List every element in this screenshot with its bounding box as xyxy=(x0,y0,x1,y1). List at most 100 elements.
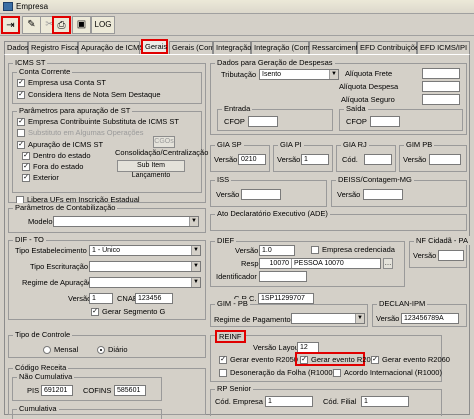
codigo-receita-title: Código Receita xyxy=(13,363,69,372)
gia-sp-versao-label: Versão xyxy=(214,155,238,164)
sub-item-lancamento-button[interactable]: Sub Item Lançamento xyxy=(117,160,185,179)
gim-pb-versao-label: Versão xyxy=(403,155,427,164)
tab-apuracao-icms[interactable]: Apuração de ICMS xyxy=(78,41,144,54)
saida-cfop-input[interactable] xyxy=(370,116,400,127)
empresa-credenciada-checkbox[interactable] xyxy=(311,246,319,254)
r2055-highlight: ✓ Gerar evento R2055 xyxy=(295,352,379,366)
tipo-estab-select[interactable]: 1 - Único ▼ xyxy=(89,245,201,256)
dif-versao-input[interactable]: 1 xyxy=(89,293,113,304)
gia-rj-cod-label: Cód. xyxy=(342,155,358,164)
substituto-algumas-label: Substituto em Algumas Operações xyxy=(28,128,144,137)
cumulativa-group: Cumulativa xyxy=(12,404,162,419)
nao-cumulativa-group: Não Cumulativa PIS 691201 COFINS 585601 xyxy=(12,372,162,401)
gia-sp-versao-input[interactable]: 0210 xyxy=(238,154,266,165)
tributacao-select[interactable]: Isento ▼ xyxy=(259,69,339,80)
cgos-button[interactable]: CGOs xyxy=(153,136,175,148)
iss-title: ISS xyxy=(215,175,232,184)
gia-sp-group: GIA SP Versão 0210 xyxy=(210,140,270,172)
cod-filial-input[interactable]: 1 xyxy=(361,396,409,407)
nf-cidada-group: NF Cidadã - PA Versão xyxy=(409,236,470,268)
aliq-despesa-label: Alíquota Despesa xyxy=(339,82,399,91)
dif-to-group: DIF - TO Tipo Estabelecimento 1 - Único ▼… xyxy=(8,235,206,320)
iss-versao-input[interactable] xyxy=(241,189,281,200)
exit-icon[interactable]: ⇥ xyxy=(1,16,20,34)
edit-icon[interactable]: ✎ xyxy=(22,16,41,34)
usa-conta-st-label: Empresa usa Conta ST xyxy=(28,78,106,87)
tab-dados[interactable]: Dados xyxy=(4,41,29,54)
r2050-checkbox[interactable]: ✓ xyxy=(219,356,227,364)
consolidacao-label: Consolidação/Centralização xyxy=(115,148,209,157)
fora-estado-checkbox[interactable]: ✓ xyxy=(22,163,30,171)
icms-st-title: ICMS ST xyxy=(13,58,48,67)
identificador-input[interactable] xyxy=(259,271,307,282)
cofins-input[interactable]: 585601 xyxy=(114,385,146,396)
dentro-estado-checkbox[interactable]: ✓ xyxy=(22,152,30,160)
usa-conta-st-checkbox[interactable]: ✓ xyxy=(17,79,25,87)
r2060-checkbox[interactable]: ✓ xyxy=(371,356,379,364)
tab-integracao-com[interactable]: Integração (Com.) xyxy=(251,41,314,54)
tab-registro-fiscal[interactable]: Registro Fiscal xyxy=(28,41,81,54)
title-bar: Empresa xyxy=(0,0,474,14)
tab-integracao[interactable]: Integração xyxy=(213,41,251,54)
cod-filial-label: Cód. Filial xyxy=(323,397,357,406)
exterior-checkbox[interactable]: ✓ xyxy=(22,174,30,182)
diario-label: Diário xyxy=(108,345,128,354)
cnae-input[interactable]: 123456 xyxy=(135,293,173,304)
tab-efd-icms-ipi[interactable]: EFD ICMS/IPI xyxy=(417,41,470,54)
dif-versao-label: Versão xyxy=(68,294,92,303)
gia-rj-cod-input[interactable] xyxy=(364,154,392,165)
declan-group: DECLAN-IPM Versão 123456789A xyxy=(372,299,467,327)
contribuinte-st-checkbox[interactable]: ✓ xyxy=(17,118,25,126)
toolbar: ⇥ ✎ ✂ ⎙ ▣ LOG xyxy=(0,14,474,36)
mensal-radio[interactable] xyxy=(43,346,51,354)
fora-estado-label: Fora do estado xyxy=(33,162,84,171)
nao-cumulativa-title: Não Cumulativa xyxy=(17,372,75,381)
tipo-escrit-select[interactable]: ▼ xyxy=(89,261,201,272)
deiss-versao-input[interactable] xyxy=(363,189,403,200)
gim-pb-versao-input[interactable] xyxy=(429,154,461,165)
gia-pi-versao-input[interactable]: 1 xyxy=(301,154,329,165)
tab-gerais-cont[interactable]: Gerais (Cont.) xyxy=(169,41,219,54)
modelo-label: Modelo xyxy=(28,217,53,226)
tab-gerais[interactable]: Gerais xyxy=(141,39,168,54)
apuracao-icms-st-checkbox[interactable]: ✓ xyxy=(17,141,25,149)
aliq-despesa-input[interactable] xyxy=(422,81,460,92)
dief-group: DIEF Versão 1.0 Empresa credenciada Resp… xyxy=(210,236,405,287)
resp-lookup-button[interactable]: … xyxy=(383,258,393,269)
diario-radio[interactable] xyxy=(97,346,105,354)
save-icon[interactable]: ▣ xyxy=(72,16,91,34)
pis-input[interactable]: 691201 xyxy=(41,385,73,396)
r1000-checkbox[interactable] xyxy=(219,369,227,377)
entrada-cfop-input[interactable] xyxy=(248,116,278,127)
gerar-seg-g-checkbox[interactable]: ✓ xyxy=(91,308,99,316)
print-icon[interactable]: ⎙ xyxy=(52,16,71,34)
gerar-seg-g-label: Gerar Segmento G xyxy=(102,307,166,316)
r2055-checkbox[interactable]: ✓ xyxy=(300,356,308,364)
exterior-label: Exterior xyxy=(33,173,59,182)
tab-ressarcimento[interactable]: Ressarcimento xyxy=(309,41,362,54)
dif-to-title: DIF - TO xyxy=(13,235,46,244)
regime-select[interactable]: ▼ xyxy=(89,277,201,288)
ade-group: Ato Declaratório Executivo (ADE) xyxy=(210,209,467,231)
tipo-escrit-label: Tipo Escrituração xyxy=(30,262,89,271)
aliq-seguro-label: Alíquota Seguro xyxy=(341,95,395,104)
acordo-checkbox[interactable] xyxy=(333,369,341,377)
tab-efd-contribuicoes[interactable]: EFD Contribuições xyxy=(357,41,423,54)
aliq-seguro-input[interactable] xyxy=(422,94,460,105)
cod-empresa-input[interactable]: 1 xyxy=(265,396,313,407)
log-button[interactable]: LOG xyxy=(91,16,115,34)
crc-input[interactable]: 1SP11299707 xyxy=(258,293,314,304)
dief-versao-input[interactable]: 1.0 xyxy=(259,245,295,256)
entrada-title: Entrada xyxy=(222,104,253,113)
regime-pagamento-label: Regime de Pagamento xyxy=(214,315,291,324)
nf-cidada-versao-input[interactable] xyxy=(438,250,464,261)
resp-input[interactable]: 10070 PESSOA 10070 xyxy=(259,258,381,269)
substituto-algumas-checkbox[interactable] xyxy=(17,129,25,137)
modelo-select[interactable]: ▼ xyxy=(53,216,199,227)
saida-title: Saída xyxy=(344,104,368,113)
regime-pagamento-select[interactable]: ▼ xyxy=(291,313,365,324)
gim-pb-group: GIM PB Versão xyxy=(399,140,467,172)
considera-itens-checkbox[interactable]: ✓ xyxy=(17,91,25,99)
declan-versao-input[interactable]: 123456789A xyxy=(401,313,459,324)
aliq-frete-input[interactable] xyxy=(422,68,460,79)
